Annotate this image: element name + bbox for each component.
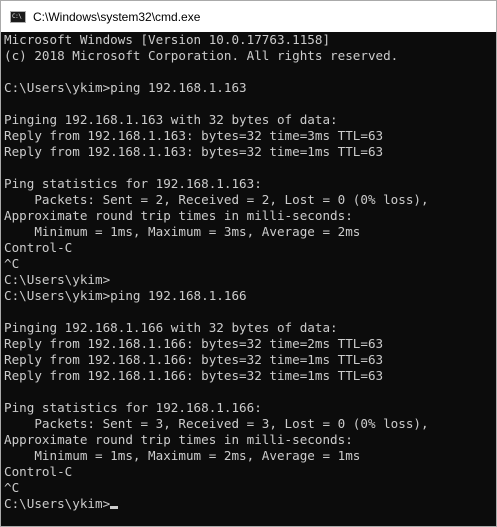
console-line: Ping statistics for 192.168.1.163:: [4, 176, 262, 191]
text-cursor: [110, 506, 119, 509]
console-line: Reply from 192.168.1.166: bytes=32 time=…: [4, 336, 384, 351]
title-bar[interactable]: C:\ C:\Windows\system32\cmd.exe: [1, 1, 496, 32]
console-line: C:\Users\ykim>ping 192.168.1.163: [4, 80, 247, 95]
console-line: Reply from 192.168.1.163: bytes=32 time=…: [4, 128, 384, 143]
console-line: Minimum = 1ms, Maximum = 2ms, Average = …: [4, 448, 361, 463]
console-prompt-line: C:\Users\ykim>: [1, 496, 496, 512]
console-line: Minimum = 1ms, Maximum = 3ms, Average = …: [4, 224, 361, 239]
console-line: Pinging 192.168.1.166 with 32 bytes of d…: [4, 320, 338, 335]
console-line: Reply from 192.168.1.163: bytes=32 time=…: [4, 144, 384, 159]
cmd-window: C:\ C:\Windows\system32\cmd.exe Microsof…: [0, 0, 497, 527]
console-line: C:\Users\ykim>: [4, 272, 111, 287]
cmd-prompt-icon-text: C:\: [12, 12, 22, 20]
console-line: Approximate round trip times in milli-se…: [4, 208, 353, 223]
console-line: (c) 2018 Microsoft Corporation. All righ…: [4, 48, 399, 63]
cmd-prompt-icon[interactable]: C:\: [10, 10, 26, 23]
console-line: Control-C: [4, 240, 73, 255]
console-line: C:\Users\ykim>ping 192.168.1.166: [4, 288, 247, 303]
window-title: C:\Windows\system32\cmd.exe: [33, 9, 201, 24]
console-line: ^C: [4, 480, 20, 495]
console-line: Pinging 192.168.1.163 with 32 bytes of d…: [4, 112, 338, 127]
console-line: ^C: [4, 256, 20, 271]
console-line: Packets: Sent = 2, Received = 2, Lost = …: [4, 192, 429, 207]
console-line: Approximate round trip times in milli-se…: [4, 432, 353, 447]
console-line: Reply from 192.168.1.166: bytes=32 time=…: [4, 368, 384, 383]
console-line: Ping statistics for 192.168.1.166:: [4, 400, 262, 415]
console-line: Control-C: [4, 464, 73, 479]
console-line: Reply from 192.168.1.166: bytes=32 time=…: [4, 352, 384, 367]
console-output[interactable]: Microsoft Windows [Version 10.0.17763.11…: [1, 32, 496, 526]
console-line: Packets: Sent = 3, Received = 3, Lost = …: [4, 416, 429, 431]
console-line: Microsoft Windows [Version 10.0.17763.11…: [4, 32, 331, 47]
